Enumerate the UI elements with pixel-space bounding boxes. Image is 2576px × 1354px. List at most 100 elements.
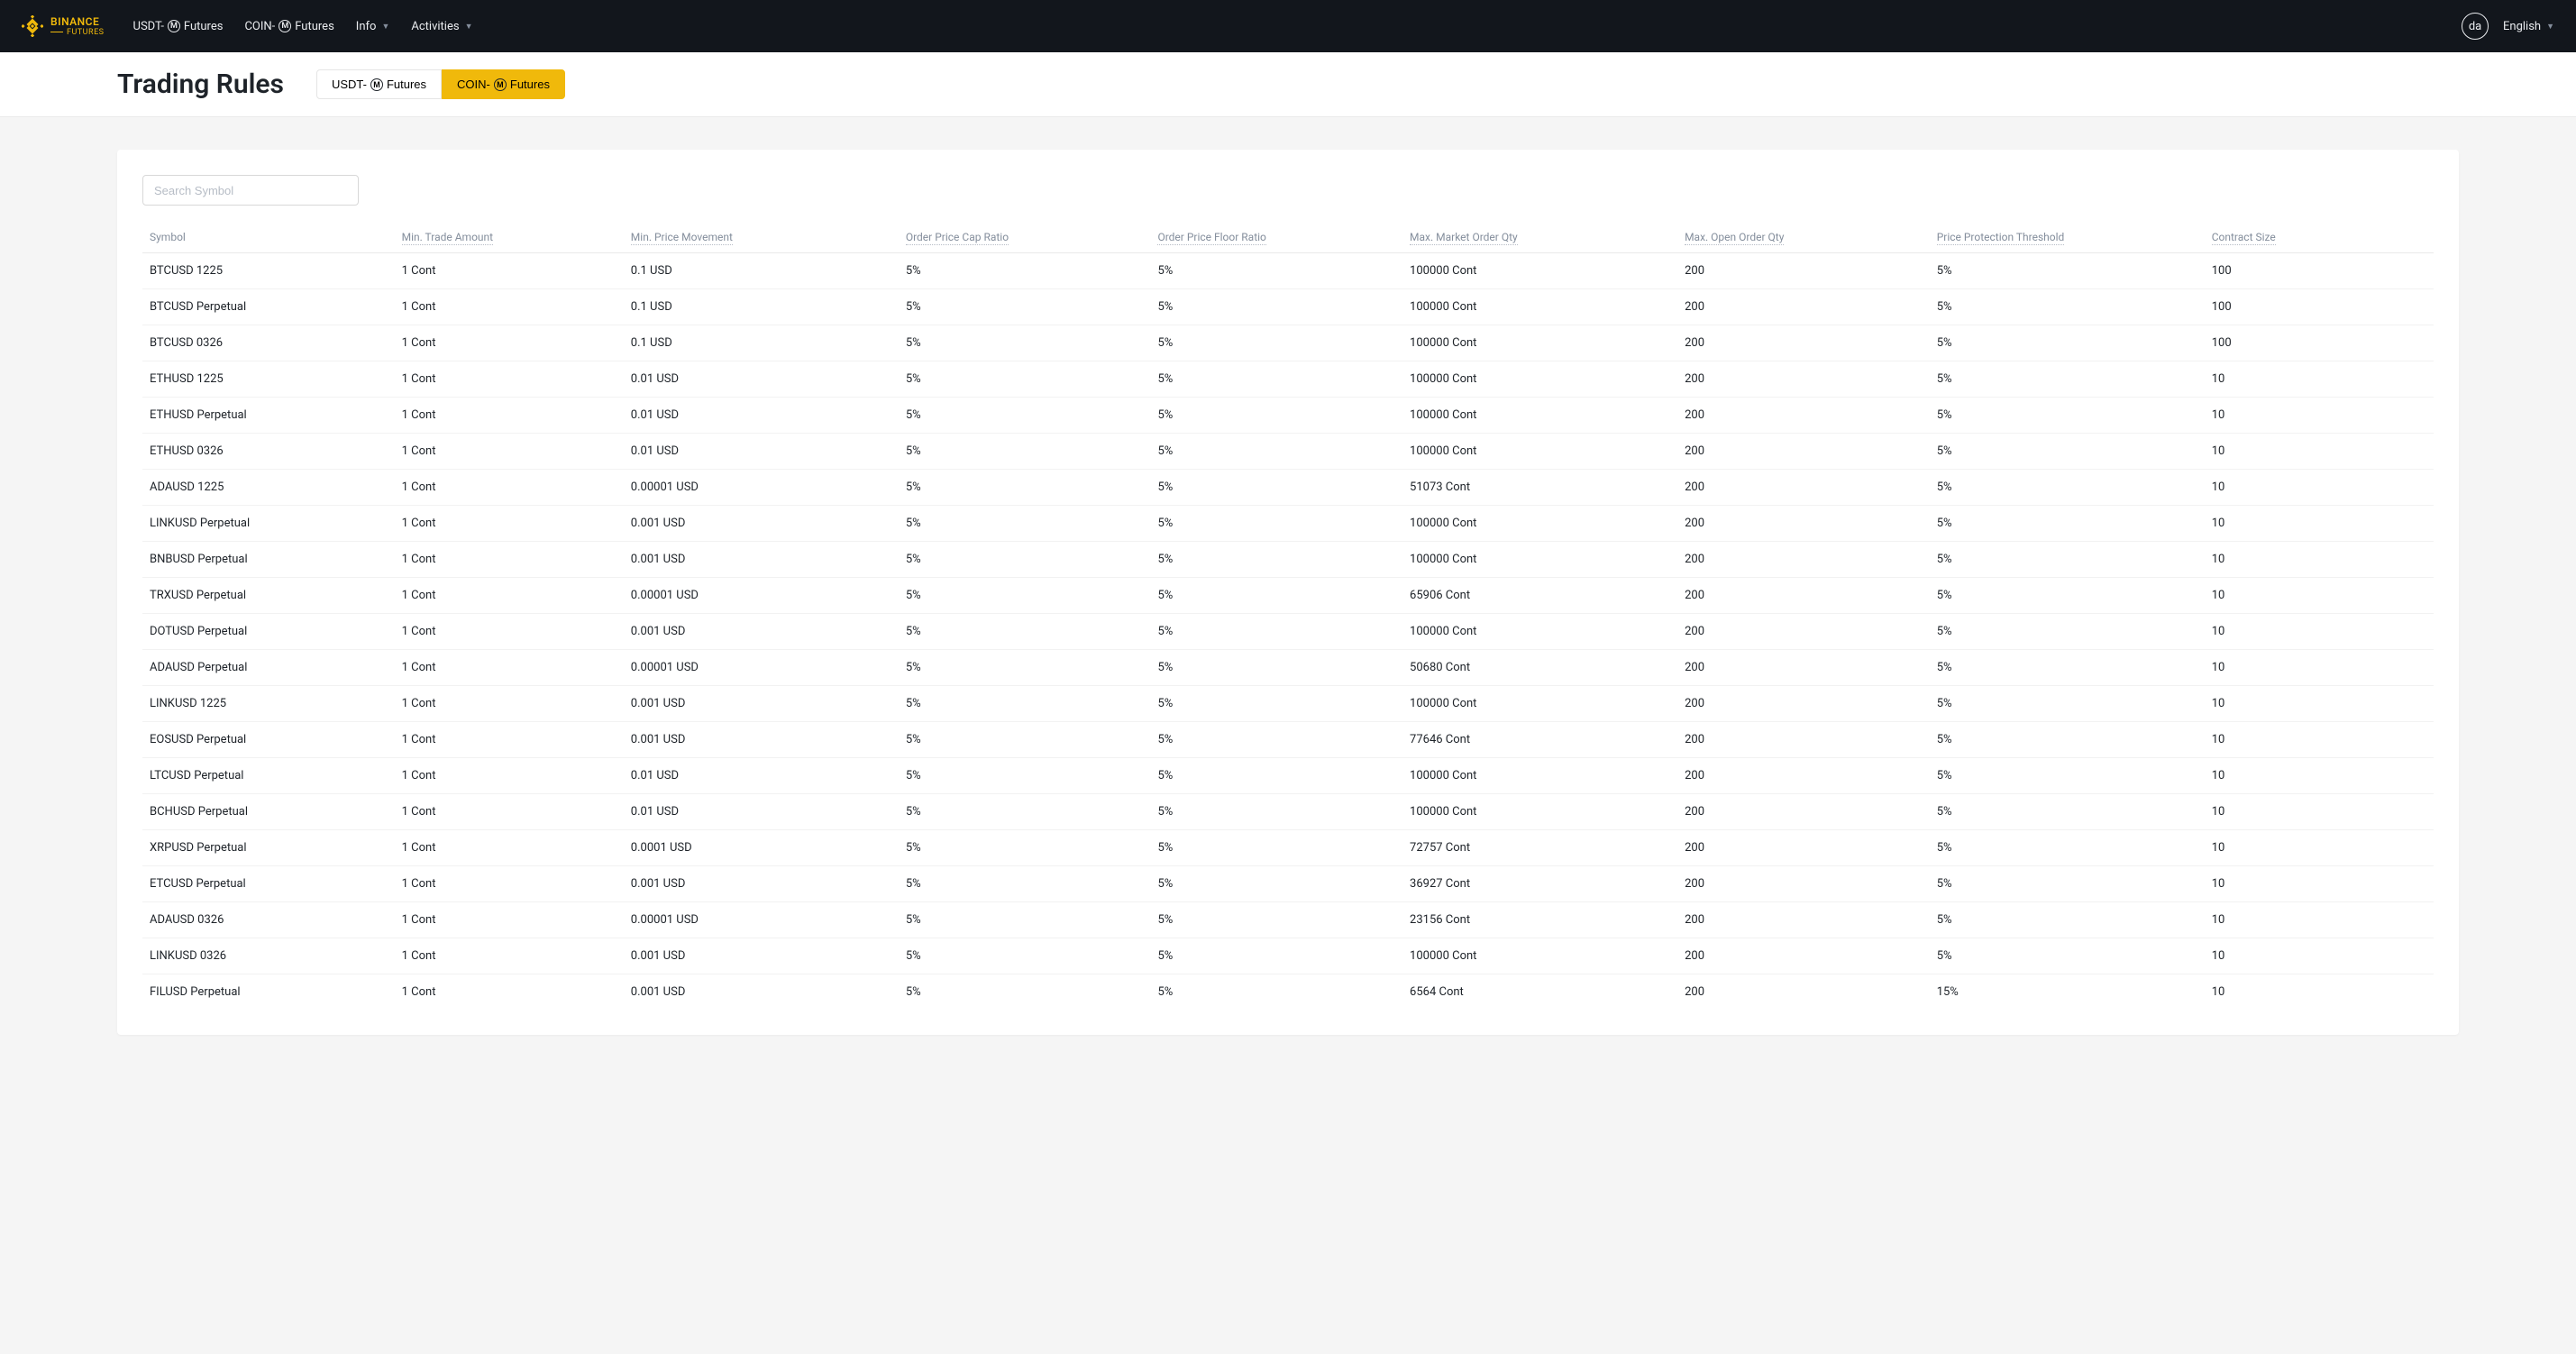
table-cell: 5% bbox=[1150, 686, 1402, 722]
table-cell: 0.001 USD bbox=[624, 614, 899, 650]
language-selector[interactable]: English▼ bbox=[2503, 20, 2554, 33]
table-cell: 5% bbox=[899, 758, 1151, 794]
table-cell: 1 Cont bbox=[395, 361, 624, 398]
table-cell: 5% bbox=[1930, 722, 2205, 758]
table-cell: 5% bbox=[1150, 542, 1402, 578]
table-cell: 5% bbox=[1150, 758, 1402, 794]
table-cell: 5% bbox=[899, 289, 1151, 325]
table-cell: 5% bbox=[1930, 686, 2205, 722]
table-cell: 5% bbox=[899, 686, 1151, 722]
table-cell: 10 bbox=[2205, 686, 2434, 722]
table-row: ADAUSD 03261 Cont0.00001 USD5%5%23156 Co… bbox=[142, 902, 2434, 938]
table-cell: 1 Cont bbox=[395, 650, 624, 686]
table-cell: 5% bbox=[1150, 289, 1402, 325]
col-min-trade[interactable]: Min. Trade Amount bbox=[395, 222, 624, 253]
table-cell: 10 bbox=[2205, 614, 2434, 650]
table-cell: 1 Cont bbox=[395, 830, 624, 866]
table-cell: 5% bbox=[899, 794, 1151, 830]
table-cell: BNBUSD Perpetual bbox=[142, 542, 395, 578]
table-cell: 200 bbox=[1677, 650, 1930, 686]
table-cell: 5% bbox=[899, 542, 1151, 578]
tab-coin-futures[interactable]: COIN-M Futures bbox=[442, 69, 565, 99]
table-cell: 100000 Cont bbox=[1402, 794, 1677, 830]
table-cell: 5% bbox=[1930, 325, 2205, 361]
table-cell: 100000 Cont bbox=[1402, 289, 1677, 325]
table-cell: FILUSD Perpetual bbox=[142, 974, 395, 1011]
table-cell: 5% bbox=[1150, 506, 1402, 542]
table-cell: 5% bbox=[899, 253, 1151, 289]
table-cell: 5% bbox=[1930, 253, 2205, 289]
nav-info[interactable]: Info▼ bbox=[345, 20, 401, 33]
table-cell: 5% bbox=[1150, 866, 1402, 902]
col-symbol[interactable]: Symbol bbox=[142, 222, 395, 253]
nav-activities[interactable]: Activities▼ bbox=[400, 20, 483, 33]
table-cell: 10 bbox=[2205, 758, 2434, 794]
table-cell: BTCUSD Perpetual bbox=[142, 289, 395, 325]
table-cell: 100000 Cont bbox=[1402, 614, 1677, 650]
table-cell: 5% bbox=[1150, 253, 1402, 289]
col-contract-size[interactable]: Contract Size bbox=[2205, 222, 2434, 253]
table-row: LTCUSD Perpetual1 Cont0.01 USD5%5%100000… bbox=[142, 758, 2434, 794]
table-row: FILUSD Perpetual1 Cont0.001 USD5%5%6564 … bbox=[142, 974, 2434, 1011]
table-cell: 5% bbox=[1150, 578, 1402, 614]
table-cell: 200 bbox=[1677, 470, 1930, 506]
table-row: EOSUSD Perpetual1 Cont0.001 USD5%5%77646… bbox=[142, 722, 2434, 758]
table-cell: 1 Cont bbox=[395, 938, 624, 974]
table-cell: 100000 Cont bbox=[1402, 361, 1677, 398]
table-cell: LTCUSD Perpetual bbox=[142, 758, 395, 794]
nav-coin-futures[interactable]: COIN-M Futures bbox=[233, 20, 344, 33]
col-max-market[interactable]: Max. Market Order Qty bbox=[1402, 222, 1677, 253]
futures-type-tabs: USDT-M Futures COIN-M Futures bbox=[316, 69, 565, 99]
table-row: BTCUSD 03261 Cont0.1 USD5%5%100000 Cont2… bbox=[142, 325, 2434, 361]
table-cell: 10 bbox=[2205, 650, 2434, 686]
table-row: DOTUSD Perpetual1 Cont0.001 USD5%5%10000… bbox=[142, 614, 2434, 650]
table-cell: 5% bbox=[1150, 974, 1402, 1011]
col-floor-ratio[interactable]: Order Price Floor Ratio bbox=[1150, 222, 1402, 253]
tab-usdt-futures[interactable]: USDT-M Futures bbox=[316, 69, 442, 99]
table-cell: 100000 Cont bbox=[1402, 938, 1677, 974]
table-cell: 23156 Cont bbox=[1402, 902, 1677, 938]
table-cell: 200 bbox=[1677, 542, 1930, 578]
search-input[interactable] bbox=[142, 175, 359, 206]
rules-table: Symbol Min. Trade Amount Min. Price Move… bbox=[142, 222, 2434, 1010]
nav-usdt-futures[interactable]: USDT-M Futures bbox=[123, 20, 234, 33]
table-cell: 5% bbox=[1930, 578, 2205, 614]
col-price-prot[interactable]: Price Protection Threshold bbox=[1930, 222, 2205, 253]
table-cell: 5% bbox=[1150, 794, 1402, 830]
table-cell: 10 bbox=[2205, 506, 2434, 542]
table-cell: 1 Cont bbox=[395, 866, 624, 902]
table-cell: 10 bbox=[2205, 866, 2434, 902]
table-cell: DOTUSD Perpetual bbox=[142, 614, 395, 650]
col-min-price[interactable]: Min. Price Movement bbox=[624, 222, 899, 253]
brand-logo[interactable]: BINANCE FUTURES bbox=[22, 15, 105, 37]
table-cell: 1 Cont bbox=[395, 974, 624, 1011]
table-cell: 200 bbox=[1677, 902, 1930, 938]
table-cell: 5% bbox=[1930, 866, 2205, 902]
table-cell: 5% bbox=[899, 325, 1151, 361]
table-cell: 77646 Cont bbox=[1402, 722, 1677, 758]
table-cell: 5% bbox=[1150, 830, 1402, 866]
table-cell: 5% bbox=[1930, 902, 2205, 938]
table-cell: 0.00001 USD bbox=[624, 470, 899, 506]
table-cell: 100000 Cont bbox=[1402, 434, 1677, 470]
table-cell: LINKUSD Perpetual bbox=[142, 506, 395, 542]
table-cell: 5% bbox=[1150, 470, 1402, 506]
table-cell: 5% bbox=[899, 722, 1151, 758]
table-cell: 5% bbox=[1150, 361, 1402, 398]
table-cell: 5% bbox=[1930, 434, 2205, 470]
table-cell: 200 bbox=[1677, 722, 1930, 758]
col-max-open[interactable]: Max. Open Order Qty bbox=[1677, 222, 1930, 253]
table-cell: 5% bbox=[1930, 361, 2205, 398]
table-cell: 200 bbox=[1677, 830, 1930, 866]
table-row: XRPUSD Perpetual1 Cont0.0001 USD5%5%7275… bbox=[142, 830, 2434, 866]
table-cell: 1 Cont bbox=[395, 398, 624, 434]
table-cell: 100000 Cont bbox=[1402, 686, 1677, 722]
table-cell: 10 bbox=[2205, 361, 2434, 398]
table-cell: 0.001 USD bbox=[624, 506, 899, 542]
table-cell: 10 bbox=[2205, 722, 2434, 758]
table-cell: 10 bbox=[2205, 542, 2434, 578]
table-cell: LINKUSD 1225 bbox=[142, 686, 395, 722]
user-avatar[interactable]: da bbox=[2462, 13, 2489, 40]
col-cap-ratio[interactable]: Order Price Cap Ratio bbox=[899, 222, 1151, 253]
table-cell: ADAUSD 0326 bbox=[142, 902, 395, 938]
